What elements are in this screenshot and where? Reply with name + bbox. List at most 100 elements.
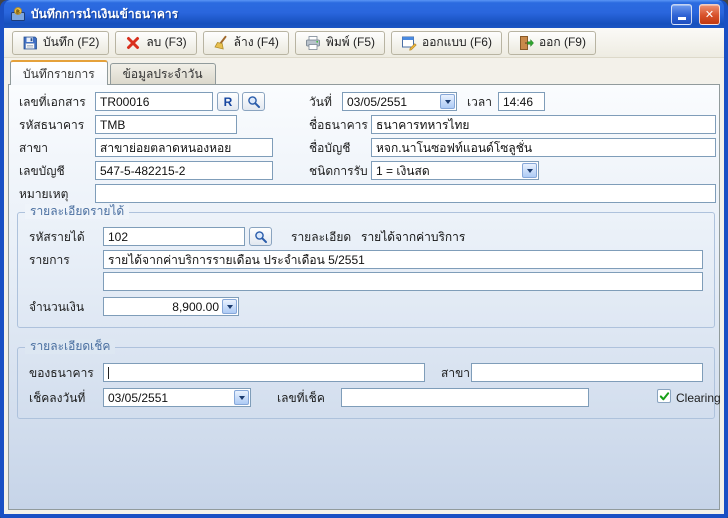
clear-button-label: ล้าง (F4) [233, 35, 279, 49]
income-item-input[interactable]: รายได้จากค่าบริการรายเดือน ประจำเดือน 5/… [103, 250, 703, 269]
tab-daily-data-label: ข้อมูลประจำวัน [122, 67, 203, 81]
toolbar: บันทึก (F2) ลบ (F3) ล้าง (F4) พิมพ์ (F5)… [4, 28, 724, 58]
branch-label: สาขา [19, 141, 49, 155]
income-search-button[interactable] [249, 227, 272, 246]
cheque-no-input[interactable] [341, 388, 589, 407]
bank-code-input[interactable]: TMB [95, 115, 237, 134]
remark-input[interactable] [95, 184, 716, 203]
income-code-input[interactable]: 102 [103, 227, 245, 246]
design-button-label: ออกแบบ (F6) [421, 35, 492, 49]
cheque-date-label: เช็คลงวันที่ [29, 391, 86, 405]
save-icon [23, 36, 37, 49]
cheque-date-select[interactable]: 03/05/2551 [103, 388, 251, 407]
exit-button[interactable]: ออก (F9) [507, 30, 596, 55]
r-button-label: R [223, 94, 233, 109]
cheque-of-bank-label: ของธนาคาร [29, 366, 94, 380]
tabstrip: บันทึกรายการ ข้อมูลประจำวัน [4, 58, 724, 85]
amount-label: จำนวนเงิน [29, 300, 85, 314]
check-icon [659, 391, 669, 400]
income-item-label: รายการ [29, 253, 70, 267]
broom-icon [214, 35, 227, 50]
design-button[interactable]: ออกแบบ (F6) [390, 30, 502, 55]
clearing-checkbox[interactable] [657, 389, 671, 403]
cheque-branch-input[interactable] [471, 363, 703, 382]
receive-type-value: 1 = เงินสด [376, 164, 430, 178]
amount-dropdown-arrow-icon[interactable] [222, 299, 237, 314]
income-group-title: รายละเอียดรายได้ [25, 204, 130, 219]
doc-search-button[interactable] [242, 92, 265, 111]
svg-text:฿: ฿ [16, 8, 20, 15]
date-dropdown-arrow-icon[interactable] [440, 94, 455, 109]
doc-no-value: TR00016 [100, 95, 150, 109]
close-button[interactable]: ✕ [699, 3, 720, 25]
account-no-input[interactable]: 547-5-482215-2 [95, 161, 273, 180]
receive-type-label: ชนิดการรับ [309, 164, 368, 178]
titlebar: ฿ บันทึกการนำเงินเข้าธนาคาร ✕ [4, 0, 724, 28]
window: ฿ บันทึกการนำเงินเข้าธนาคาร ✕ บันทึก (F2… [0, 0, 728, 518]
delete-button-label: ลบ (F3) [146, 35, 187, 49]
bank-name-label: ชื่อธนาคาร [309, 118, 368, 132]
minimize-button[interactable] [671, 3, 692, 25]
exit-button-label: ออก (F9) [538, 35, 586, 49]
time-value: 14:46 [503, 95, 534, 109]
cheque-no-label: เลขที่เช็ค [277, 391, 325, 405]
cheque-group-title: รายละเอียดเช็ค [25, 339, 116, 354]
date-select[interactable]: 03/05/2551 [342, 92, 457, 111]
account-name-value: หจก.นาโนซอฟท์แอนด์โซลูชั่น [376, 141, 533, 155]
r-button[interactable]: R [217, 92, 239, 111]
income-item-value: รายได้จากค่าบริการรายเดือน ประจำเดือน 5/… [108, 253, 365, 267]
save-button[interactable]: บันทึก (F2) [12, 30, 110, 55]
cheque-date-dropdown-arrow-icon[interactable] [234, 390, 249, 405]
cheque-of-bank-input[interactable] [103, 363, 425, 382]
app-icon: ฿ [10, 6, 26, 22]
bank-code-label: รหัสธนาคาร [19, 118, 85, 132]
window-title: บันทึกการนำเงินเข้าธนาคาร [31, 6, 179, 21]
printer-icon [306, 35, 320, 50]
date-label: วันที่ [309, 95, 332, 109]
search-icon [254, 230, 267, 243]
clear-button[interactable]: ล้าง (F4) [202, 30, 289, 55]
bank-code-value: TMB [100, 118, 126, 132]
income-detail-label: รายละเอียด [291, 230, 352, 244]
doc-no-label: เลขที่เอกสาร [19, 95, 86, 109]
bank-name-value: ธนาคารทหารไทย [376, 118, 470, 132]
account-no-label: เลขบัญชี [19, 164, 65, 178]
cheque-group [17, 347, 715, 419]
income-code-label: รหัสรายได้ [29, 230, 85, 244]
amount-input[interactable]: 8,900.00 [103, 297, 239, 316]
delete-button[interactable]: ลบ (F3) [115, 30, 197, 55]
bank-name-input[interactable]: ธนาคารทหารไทย [371, 115, 716, 134]
delete-icon [127, 36, 140, 49]
print-button[interactable]: พิมพ์ (F5) [294, 30, 385, 55]
tab-daily-data[interactable]: ข้อมูลประจำวัน [109, 63, 216, 84]
branch-value: สาขาย่อยตลาดหนองหอย [100, 141, 232, 155]
amount-value: 8,900.00 [172, 300, 219, 314]
search-icon [247, 95, 260, 108]
branch-input[interactable]: สาขาย่อยตลาดหนองหอย [95, 138, 273, 157]
income-item-input-2[interactable] [103, 272, 703, 291]
main-panel: เลขที่เอกสาร TR00016 R วันที่ 03/05/2551… [8, 84, 721, 510]
save-button-label: บันทึก (F2) [43, 35, 100, 49]
tab-record-entry[interactable]: บันทึกรายการ [10, 60, 108, 85]
text-caret [108, 367, 109, 379]
design-icon [401, 36, 417, 51]
receive-type-dropdown-arrow-icon[interactable] [522, 163, 537, 178]
receive-type-select[interactable]: 1 = เงินสด [371, 161, 539, 180]
income-code-value: 102 [108, 230, 129, 244]
doc-no-input[interactable]: TR00016 [95, 92, 213, 111]
time-input[interactable]: 14:46 [498, 92, 545, 111]
print-button-label: พิมพ์ (F5) [325, 35, 375, 49]
tab-record-entry-label: บันทึกรายการ [23, 67, 95, 81]
exit-door-icon [519, 35, 534, 50]
cheque-date-value: 03/05/2551 [108, 391, 169, 405]
remark-label: หมายเหตุ [19, 187, 69, 201]
time-label: เวลา [467, 95, 492, 109]
account-name-input[interactable]: หจก.นาโนซอฟท์แอนด์โซลูชั่น [371, 138, 716, 157]
window-body: บันทึก (F2) ลบ (F3) ล้าง (F4) พิมพ์ (F5)… [4, 28, 724, 514]
account-no-value: 547-5-482215-2 [100, 164, 186, 178]
income-detail-value: รายได้จากค่าบริการ [361, 230, 466, 244]
clearing-label: Clearing [676, 391, 721, 405]
cheque-branch-label: สาขา [441, 366, 471, 380]
date-value: 03/05/2551 [347, 95, 408, 109]
account-name-label: ชื่อบัญชี [309, 141, 351, 155]
